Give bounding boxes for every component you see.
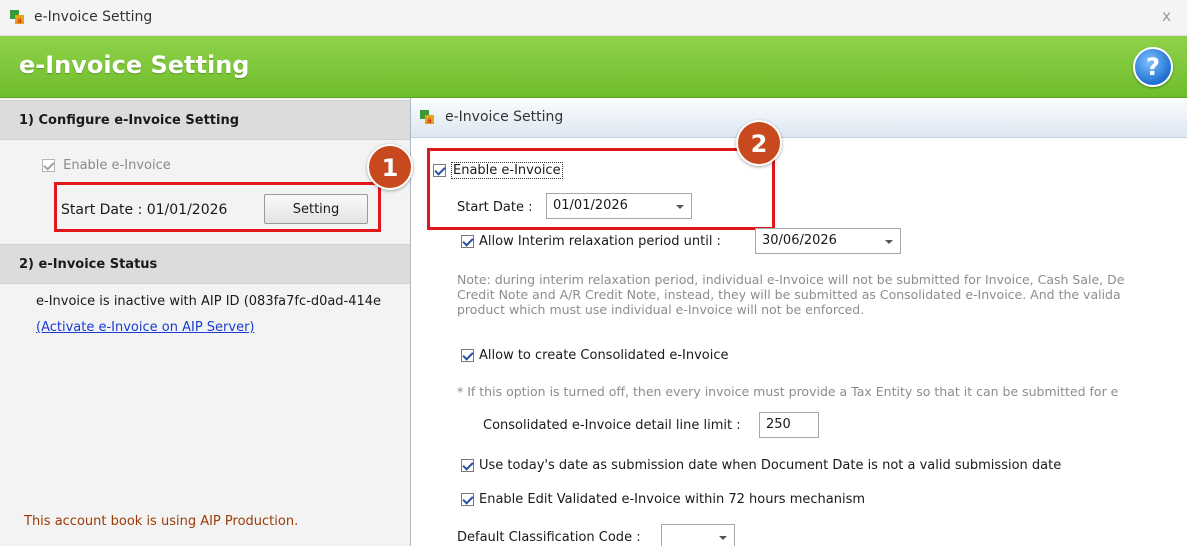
enable-einvoice-label: Enable e-Invoice — [63, 158, 171, 173]
checkbox-icon — [461, 493, 474, 506]
help-icon[interactable]: ? — [1133, 47, 1173, 87]
enable-einvoice-checkbox-disabled: Enable e-Invoice — [42, 158, 171, 173]
classification-code-label: Default Classification Code : — [457, 530, 641, 545]
callout-badge-1: 1 — [367, 144, 413, 190]
einvoice-setting-dialog: a e-Invoice Setting Enable e-Invoice Sta… — [410, 98, 1187, 546]
account-book-note: This account book is using AIP Productio… — [24, 514, 299, 529]
classification-code-select[interactable] — [661, 524, 735, 546]
dialog-title: e-Invoice Setting — [445, 109, 564, 125]
consolidated-einvoice-checkbox[interactable]: Allow to create Consolidated e-Invoice — [461, 348, 729, 363]
detail-line-limit-input[interactable]: 250 — [759, 412, 819, 438]
edit-validated-checkbox[interactable]: Enable Edit Validated e-Invoice within 7… — [461, 492, 865, 507]
interim-date-select[interactable]: 30/06/2026 — [755, 228, 901, 254]
detail-line-limit-label: Consolidated e-Invoice detail line limit… — [483, 418, 741, 433]
header-banner: e-Invoice Setting ? — [0, 36, 1187, 98]
section-status-title: 2) e-Invoice Status — [19, 257, 158, 272]
svg-text:a: a — [427, 116, 432, 125]
todays-date-checkbox[interactable]: Use today's date as submission date when… — [461, 458, 1061, 473]
chevron-down-icon — [719, 536, 727, 540]
section-status-header: 2) e-Invoice Status — [0, 244, 410, 284]
checkbox-icon — [461, 459, 474, 472]
detail-line-limit-value: 250 — [766, 417, 791, 432]
chevron-down-icon — [885, 240, 893, 244]
highlight-box-1 — [54, 182, 381, 232]
window-titlebar: a e-Invoice Setting x — [0, 0, 1187, 36]
interim-note-line-2: Credit Note and A/R Credit Note, instead… — [457, 287, 1121, 302]
window-title: e-Invoice Setting — [34, 9, 153, 25]
checkbox-icon — [461, 235, 474, 248]
interim-relaxation-label: Allow Interim relaxation period until : — [479, 234, 721, 249]
app-icon: a — [10, 10, 24, 25]
dialog-titlebar: a e-Invoice Setting — [411, 98, 1187, 138]
callout-badge-2: 2 — [736, 120, 782, 166]
consolidated-note: * If this option is turned off, then eve… — [457, 384, 1119, 399]
checkbox-icon — [461, 349, 474, 362]
page-title: e-Invoice Setting — [19, 51, 250, 79]
edit-validated-label: Enable Edit Validated e-Invoice within 7… — [479, 492, 866, 507]
checkbox-icon — [42, 159, 55, 172]
activate-einvoice-link[interactable]: (Activate e-Invoice on AIP Server) — [36, 320, 255, 335]
interim-note-line-1: Note: during interim relaxation period, … — [457, 272, 1125, 287]
app-icon: a — [420, 110, 434, 125]
interim-note-line-3: product which must use individual e-Invo… — [457, 302, 865, 317]
todays-date-label: Use today's date as submission date when… — [479, 458, 1062, 473]
interim-relaxation-checkbox[interactable]: Allow Interim relaxation period until : — [461, 234, 721, 249]
consolidated-einvoice-label: Allow to create Consolidated e-Invoice — [479, 348, 729, 363]
close-icon[interactable]: x — [1162, 7, 1171, 25]
svg-text:a: a — [17, 16, 22, 25]
section-configure-title: 1) Configure e-Invoice Setting — [19, 113, 240, 128]
highlight-box-2 — [427, 148, 775, 230]
section-configure-header: 1) Configure e-Invoice Setting — [0, 100, 410, 140]
status-text: e-Invoice is inactive with AIP ID (083fa… — [36, 294, 382, 309]
left-panel: 1) Configure e-Invoice Setting Enable e-… — [0, 98, 410, 546]
interim-date-value: 30/06/2026 — [762, 233, 837, 248]
